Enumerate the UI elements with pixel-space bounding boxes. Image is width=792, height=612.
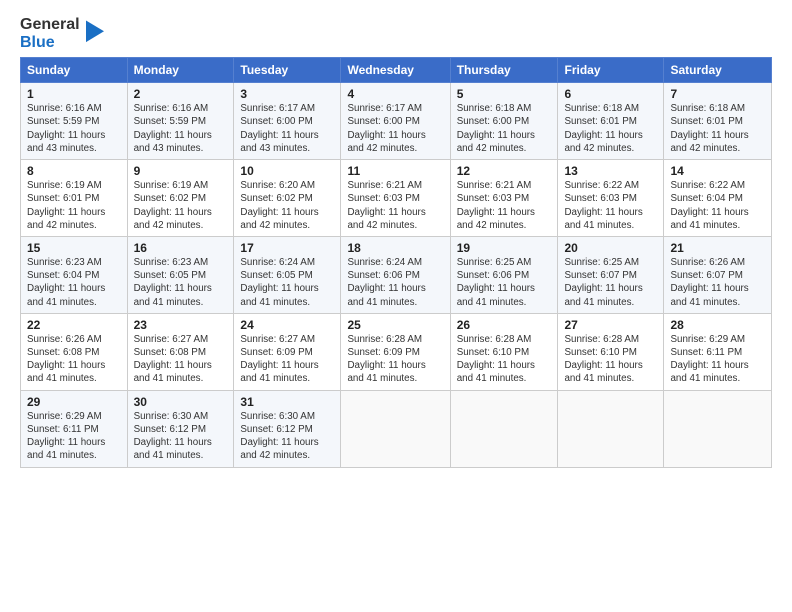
- calendar-header-friday: Friday: [558, 58, 664, 83]
- calendar-header-monday: Monday: [127, 58, 234, 83]
- calendar-header-saturday: Saturday: [664, 58, 772, 83]
- table-row: 12Sunrise: 6:21 AM Sunset: 6:03 PM Dayli…: [450, 160, 558, 237]
- table-row: 3Sunrise: 6:17 AM Sunset: 6:00 PM Daylig…: [234, 83, 341, 160]
- table-row: 15Sunrise: 6:23 AM Sunset: 6:04 PM Dayli…: [21, 236, 128, 313]
- table-row: 14Sunrise: 6:22 AM Sunset: 6:04 PM Dayli…: [664, 160, 772, 237]
- table-row: 27Sunrise: 6:28 AM Sunset: 6:10 PM Dayli…: [558, 313, 664, 390]
- table-row: 22Sunrise: 6:26 AM Sunset: 6:08 PM Dayli…: [21, 313, 128, 390]
- table-row: [450, 390, 558, 467]
- table-row: [558, 390, 664, 467]
- table-row: 2Sunrise: 6:16 AM Sunset: 5:59 PM Daylig…: [127, 83, 234, 160]
- table-row: 10Sunrise: 6:20 AM Sunset: 6:02 PM Dayli…: [234, 160, 341, 237]
- calendar-week-4: 22Sunrise: 6:26 AM Sunset: 6:08 PM Dayli…: [21, 313, 772, 390]
- table-row: 1Sunrise: 6:16 AM Sunset: 5:59 PM Daylig…: [21, 83, 128, 160]
- calendar-header-tuesday: Tuesday: [234, 58, 341, 83]
- table-row: 20Sunrise: 6:25 AM Sunset: 6:07 PM Dayli…: [558, 236, 664, 313]
- table-row: 24Sunrise: 6:27 AM Sunset: 6:09 PM Dayli…: [234, 313, 341, 390]
- table-row: 9Sunrise: 6:19 AM Sunset: 6:02 PM Daylig…: [127, 160, 234, 237]
- header: GeneralBlue: [20, 16, 772, 51]
- table-row: 17Sunrise: 6:24 AM Sunset: 6:05 PM Dayli…: [234, 236, 341, 313]
- page: GeneralBlue SundayMondayTuesdayWednesday…: [0, 0, 792, 478]
- table-row: 18Sunrise: 6:24 AM Sunset: 6:06 PM Dayli…: [341, 236, 450, 313]
- logo-text: GeneralBlue: [20, 16, 80, 51]
- logo: GeneralBlue: [20, 16, 104, 51]
- table-row: 8Sunrise: 6:19 AM Sunset: 6:01 PM Daylig…: [21, 160, 128, 237]
- table-row: [341, 390, 450, 467]
- table-row: 16Sunrise: 6:23 AM Sunset: 6:05 PM Dayli…: [127, 236, 234, 313]
- table-row: 4Sunrise: 6:17 AM Sunset: 6:00 PM Daylig…: [341, 83, 450, 160]
- table-row: 5Sunrise: 6:18 AM Sunset: 6:00 PM Daylig…: [450, 83, 558, 160]
- table-row: 25Sunrise: 6:28 AM Sunset: 6:09 PM Dayli…: [341, 313, 450, 390]
- table-row: 26Sunrise: 6:28 AM Sunset: 6:10 PM Dayli…: [450, 313, 558, 390]
- calendar-header-sunday: Sunday: [21, 58, 128, 83]
- table-row: 13Sunrise: 6:22 AM Sunset: 6:03 PM Dayli…: [558, 160, 664, 237]
- table-row: 6Sunrise: 6:18 AM Sunset: 6:01 PM Daylig…: [558, 83, 664, 160]
- table-row: 21Sunrise: 6:26 AM Sunset: 6:07 PM Dayli…: [664, 236, 772, 313]
- table-row: 19Sunrise: 6:25 AM Sunset: 6:06 PM Dayli…: [450, 236, 558, 313]
- calendar-week-3: 15Sunrise: 6:23 AM Sunset: 6:04 PM Dayli…: [21, 236, 772, 313]
- table-row: [664, 390, 772, 467]
- calendar-week-5: 29Sunrise: 6:29 AM Sunset: 6:11 PM Dayli…: [21, 390, 772, 467]
- calendar-header-row: SundayMondayTuesdayWednesdayThursdayFrid…: [21, 58, 772, 83]
- table-row: 11Sunrise: 6:21 AM Sunset: 6:03 PM Dayli…: [341, 160, 450, 237]
- calendar-week-2: 8Sunrise: 6:19 AM Sunset: 6:01 PM Daylig…: [21, 160, 772, 237]
- calendar-week-1: 1Sunrise: 6:16 AM Sunset: 5:59 PM Daylig…: [21, 83, 772, 160]
- calendar-header-wednesday: Wednesday: [341, 58, 450, 83]
- calendar-table: SundayMondayTuesdayWednesdayThursdayFrid…: [20, 57, 772, 467]
- table-row: 31Sunrise: 6:30 AM Sunset: 6:12 PM Dayli…: [234, 390, 341, 467]
- table-row: 29Sunrise: 6:29 AM Sunset: 6:11 PM Dayli…: [21, 390, 128, 467]
- table-row: 28Sunrise: 6:29 AM Sunset: 6:11 PM Dayli…: [664, 313, 772, 390]
- table-row: 30Sunrise: 6:30 AM Sunset: 6:12 PM Dayli…: [127, 390, 234, 467]
- table-row: 7Sunrise: 6:18 AM Sunset: 6:01 PM Daylig…: [664, 83, 772, 160]
- calendar-header-thursday: Thursday: [450, 58, 558, 83]
- table-row: 23Sunrise: 6:27 AM Sunset: 6:08 PM Dayli…: [127, 313, 234, 390]
